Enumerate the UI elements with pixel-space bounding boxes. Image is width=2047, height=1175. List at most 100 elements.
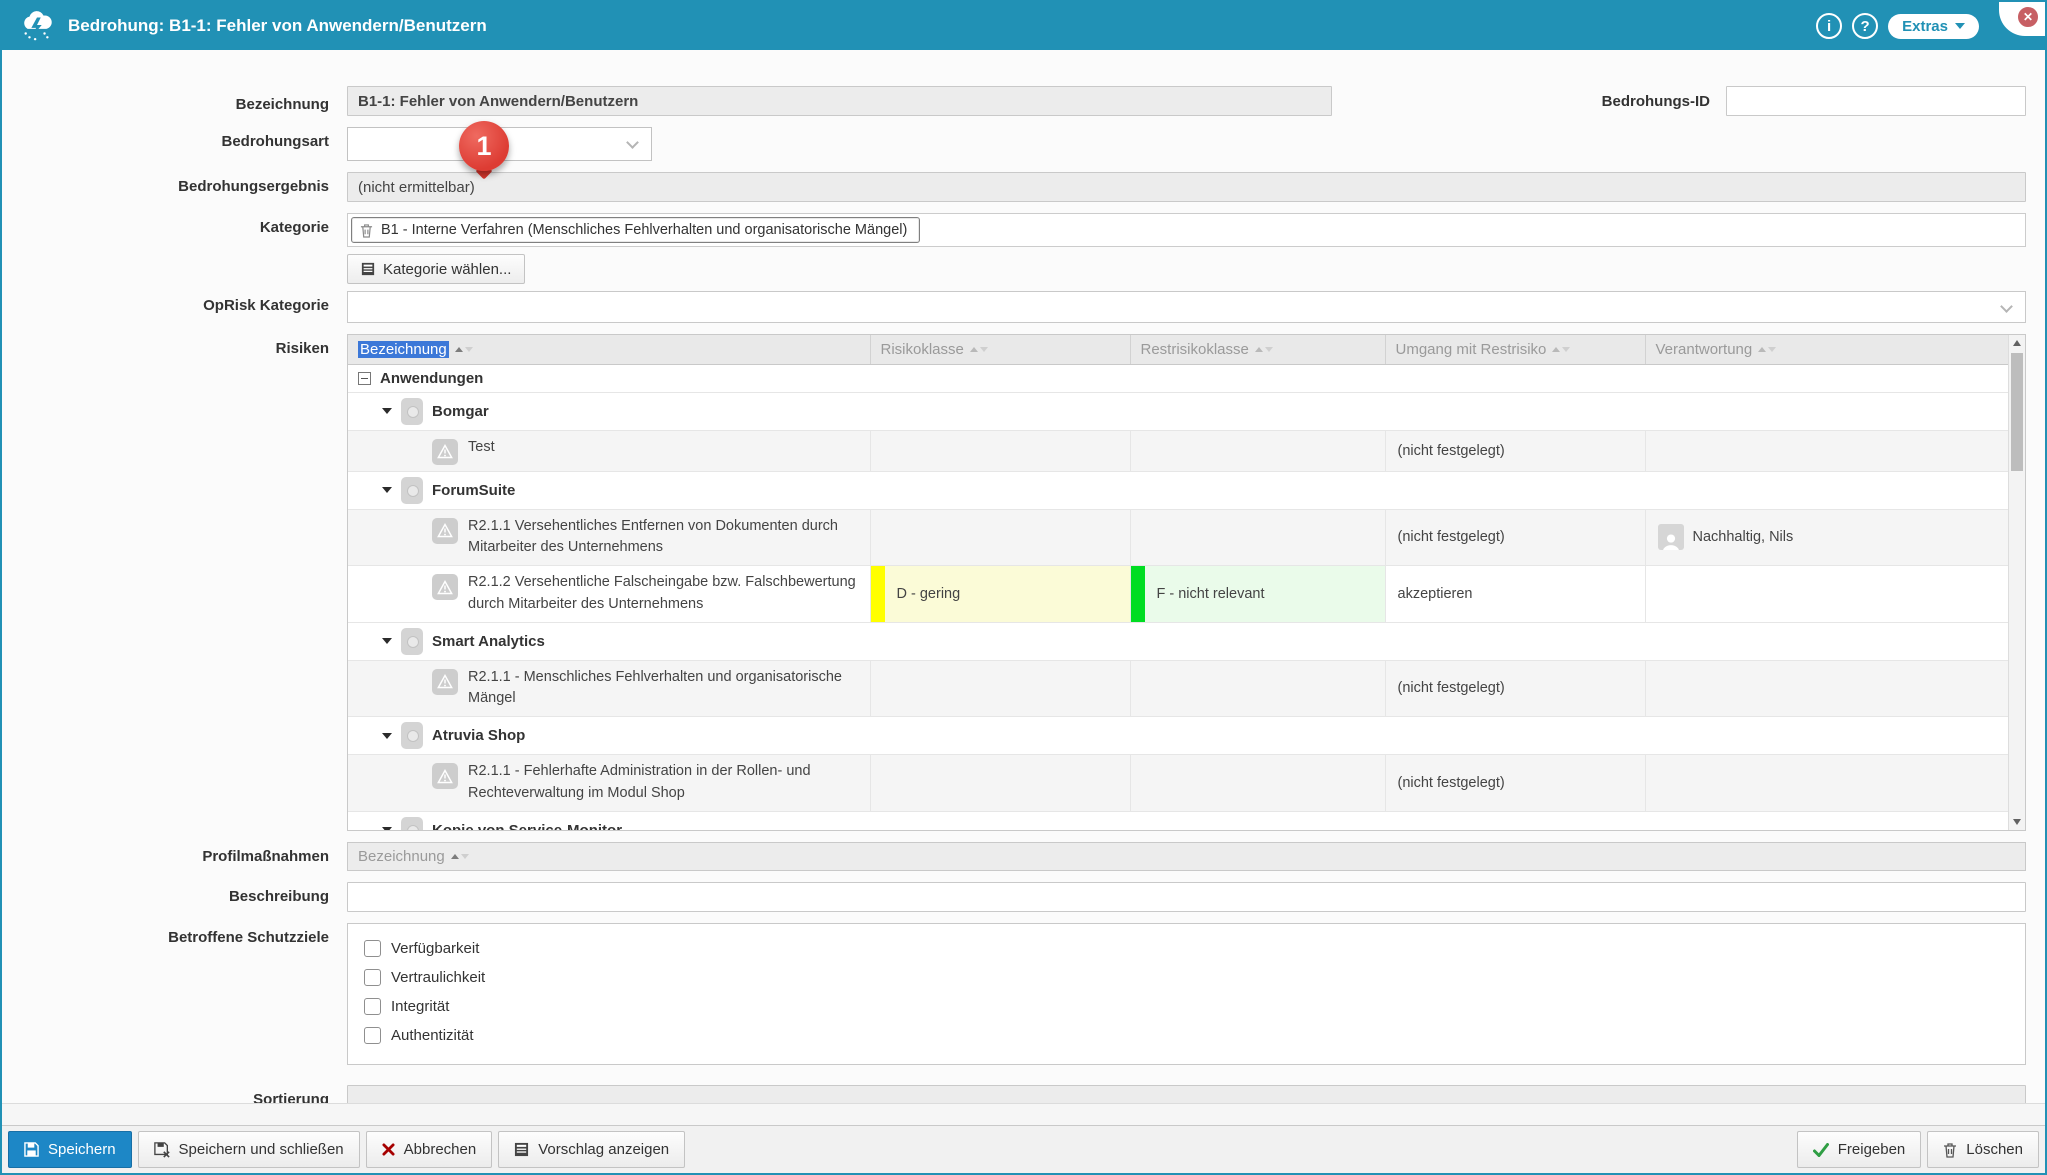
sortierung-label: Sortierung xyxy=(2,1085,347,1103)
risk-class-color-bar xyxy=(871,566,885,622)
group-row[interactable]: Anwendungen xyxy=(348,364,2008,392)
save-close-icon xyxy=(154,1142,170,1158)
risikoklasse-cell: D - gering xyxy=(870,566,1130,623)
risikoklasse-cell xyxy=(870,755,1130,812)
risk-class-color-bar xyxy=(1131,566,1145,622)
column-header-umgang[interactable]: Umgang mit Restrisiko xyxy=(1385,335,1645,364)
checkbox-icon[interactable] xyxy=(364,998,381,1015)
save-button[interactable]: Speichern xyxy=(8,1131,132,1168)
bedrohungs-id-label: Bedrohungs-ID xyxy=(1602,93,1726,110)
table-row[interactable]: R2.1.1 - Fehlerhafte Administration in d… xyxy=(348,755,2008,812)
risk-class-label: F - nicht relevant xyxy=(1157,586,1265,602)
restrisikoklasse-cell xyxy=(1130,509,1385,566)
help-icon[interactable]: ? xyxy=(1852,13,1878,39)
risk-name: R2.1.1 Versehentliches Entfernen von Dok… xyxy=(468,516,860,560)
delete-button[interactable]: Löschen xyxy=(1927,1131,2039,1168)
bezeichnung-field[interactable] xyxy=(347,86,1332,116)
form-content: Bezeichnung Bedrohungs-ID Bedrohungsart … xyxy=(2,50,2045,1103)
close-icon[interactable]: ✕ xyxy=(2016,5,2040,29)
verantwortung-cell xyxy=(1645,660,2008,717)
umgang-cell: (nicht festgelegt) xyxy=(1385,430,1645,471)
group-label: Atruvia Shop xyxy=(432,727,525,744)
umgang-cell: akzeptieren xyxy=(1385,566,1645,623)
save-icon xyxy=(24,1142,39,1157)
restrisikoklasse-cell xyxy=(1130,755,1385,812)
info-icon[interactable]: i xyxy=(1816,13,1842,39)
checkbox-icon[interactable] xyxy=(364,940,381,957)
beschreibung-field[interactable] xyxy=(347,882,2026,912)
sort-icons xyxy=(1552,347,1570,352)
oprisk-label: OpRisk Kategorie xyxy=(2,291,347,314)
kategorie-label: Kategorie xyxy=(2,213,347,236)
risiken-table: Bezeichnung Risikoklasse Restrisikoklass… xyxy=(347,334,2026,831)
risikoklasse-cell xyxy=(870,430,1130,471)
collapse-icon[interactable] xyxy=(358,372,371,385)
expand-arrow-icon[interactable] xyxy=(382,638,392,644)
kategorie-waehlen-button[interactable]: Kategorie wählen... xyxy=(347,254,525,284)
checkbox-vertraulichkeit[interactable]: Vertraulichkeit xyxy=(364,963,2009,992)
group-label: Bomgar xyxy=(432,403,489,420)
verantwortung-cell: Nachhaltig, Nils xyxy=(1645,509,2008,566)
column-header-risikoklasse[interactable]: Risikoklasse xyxy=(870,335,1130,364)
group-label: ForumSuite xyxy=(432,482,515,499)
table-row[interactable]: Test(nicht festgelegt) xyxy=(348,430,2008,471)
chevron-down-icon xyxy=(626,136,639,149)
release-button[interactable]: Freigeben xyxy=(1797,1131,1922,1168)
bedrohungs-id-field[interactable] xyxy=(1726,86,2026,116)
expand-arrow-icon[interactable] xyxy=(382,827,392,830)
checkbox-verfuegbarkeit[interactable]: Verfügbarkeit xyxy=(364,934,2009,963)
bedrohungsergebnis-label: Bedrohungsergebnis xyxy=(2,172,347,195)
expand-arrow-icon[interactable] xyxy=(382,408,392,414)
table-row[interactable]: R2.1.1 Versehentliches Entfernen von Dok… xyxy=(348,509,2008,566)
group-label: Anwendungen xyxy=(380,370,483,387)
oprisk-select[interactable] xyxy=(347,291,2026,323)
scrollbar-thumb[interactable] xyxy=(2011,353,2023,471)
checkbox-icon[interactable] xyxy=(364,1027,381,1044)
trash-icon xyxy=(1943,1142,1957,1158)
group-row[interactable]: Atruvia Shop xyxy=(348,717,2008,755)
sort-icons xyxy=(451,854,469,859)
scroll-up-icon[interactable] xyxy=(2013,340,2021,346)
checkbox-authentizitaet[interactable]: Authentizität xyxy=(364,1021,2009,1050)
application-icon xyxy=(401,477,423,504)
profilmassnahmen-header[interactable]: Bezeichnung xyxy=(347,842,2026,871)
group-row[interactable]: Bomgar xyxy=(348,392,2008,430)
kategorie-field: B1 - Interne Verfahren (Menschliches Feh… xyxy=(347,213,2026,247)
group-row[interactable]: Kopie von Service-Monitor xyxy=(348,811,2008,830)
checkbox-icon[interactable] xyxy=(364,969,381,986)
vertical-scrollbar[interactable] xyxy=(2008,335,2025,830)
group-row[interactable]: Smart Analytics xyxy=(348,622,2008,660)
application-icon xyxy=(401,628,423,655)
save-and-close-button[interactable]: Speichern und schließen xyxy=(138,1131,360,1168)
cancel-button[interactable]: Abbrechen xyxy=(366,1131,493,1168)
verantwortung-cell xyxy=(1645,430,2008,471)
risk-warning-icon xyxy=(432,574,458,600)
risk-warning-icon xyxy=(432,518,458,544)
application-icon xyxy=(401,722,423,749)
chevron-down-icon xyxy=(1955,23,1965,29)
group-label: Smart Analytics xyxy=(432,633,545,650)
sort-icons xyxy=(1255,347,1273,352)
show-suggestion-button[interactable]: Vorschlag anzeigen xyxy=(498,1131,685,1168)
checkbox-integritaet[interactable]: Integrität xyxy=(364,992,2009,1021)
list-icon xyxy=(361,262,375,276)
bezeichnung-label: Bezeichnung xyxy=(2,90,347,113)
table-row[interactable]: R2.1.1 - Menschliches Fehlverhalten und … xyxy=(348,660,2008,717)
annotation-badge: 1 xyxy=(459,121,509,171)
expand-arrow-icon[interactable] xyxy=(382,733,392,739)
sort-icons xyxy=(970,347,988,352)
extras-button[interactable]: Extras xyxy=(1888,14,1979,39)
group-row[interactable]: ForumSuite xyxy=(348,471,2008,509)
table-row[interactable]: R2.1.2 Versehentliche Falscheingabe bzw.… xyxy=(348,566,2008,623)
group-label: Kopie von Service-Monitor xyxy=(432,822,622,831)
expand-arrow-icon[interactable] xyxy=(382,487,392,493)
risk-name: R2.1.2 Versehentliche Falscheingabe bzw.… xyxy=(468,572,860,616)
kategorie-chip[interactable]: B1 - Interne Verfahren (Menschliches Feh… xyxy=(351,217,920,243)
column-header-restrisikoklasse[interactable]: Restrisikoklasse xyxy=(1130,335,1385,364)
risk-warning-icon xyxy=(432,763,458,789)
column-header-bezeichnung[interactable]: Bezeichnung xyxy=(348,335,870,364)
column-header-verantwortung[interactable]: Verantwortung xyxy=(1645,335,2008,364)
umgang-cell: (nicht festgelegt) xyxy=(1385,509,1645,566)
scroll-down-icon[interactable] xyxy=(2013,819,2021,825)
responsible-person: Nachhaltig, Nils xyxy=(1693,529,1794,545)
